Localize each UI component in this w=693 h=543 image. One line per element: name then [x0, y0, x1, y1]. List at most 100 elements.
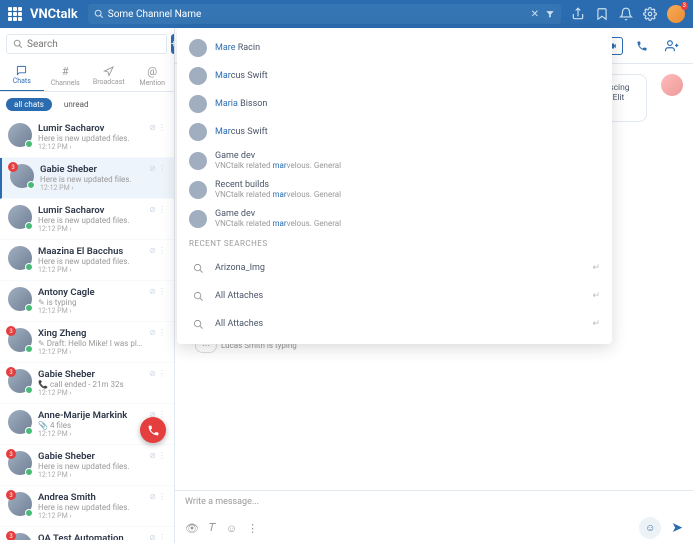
attach-icon[interactable]: 👁 [185, 522, 199, 535]
chat-item[interactable]: Maazina El BacchusHere is new updated fi… [0, 240, 174, 281]
mute-icon[interactable]: ⊘ [149, 533, 156, 540]
chat-name: Maazina El Bacchus [38, 246, 143, 257]
tab-broadcast[interactable]: Broadcast [87, 60, 131, 91]
app-grid-icon[interactable] [8, 7, 22, 21]
send-button[interactable]: ➤ [671, 520, 683, 536]
search-result-person[interactable]: Marcus Swift [177, 118, 612, 146]
mute-icon[interactable]: ⊘ [149, 492, 156, 520]
more-icon[interactable]: ⋮ [158, 451, 166, 479]
mute-icon[interactable]: ⊘ [149, 164, 156, 192]
share-icon[interactable] [571, 7, 585, 21]
chat-item[interactable]: 3Andrea SmithHere is new updated files.1… [0, 486, 174, 527]
chat-preview: Here is new updated files. [38, 503, 143, 512]
tab-chats[interactable]: Chats [0, 60, 44, 91]
mute-icon[interactable]: ⊘ [149, 123, 156, 151]
insert-icon[interactable]: ↵ [592, 263, 600, 273]
recent-search-item[interactable]: All Attaches↵ [177, 310, 612, 338]
mute-icon[interactable]: ⊘ [149, 369, 156, 397]
chat-item-actions: ⊘ ⋮ [149, 246, 166, 274]
avatar [189, 95, 207, 113]
sidebar-search[interactable] [6, 34, 167, 54]
chat-item[interactable]: Antony Cagle✎ is typing12:12 PM ›⊘ ⋮ [0, 281, 174, 322]
recent-search-item[interactable]: Arizona_Img↵ [177, 254, 612, 282]
chat-time: 12:12 PM › [38, 471, 143, 479]
avatar: 3 [8, 533, 32, 540]
filter-icon[interactable] [545, 9, 555, 19]
sidebar-search-input[interactable] [27, 39, 160, 50]
more-icon[interactable]: ⋮ [158, 123, 166, 151]
filter-unread[interactable]: unread [56, 98, 97, 111]
mute-icon[interactable]: ⊘ [149, 205, 156, 233]
chat-preview: Here is new updated files. [40, 175, 143, 184]
recent-search-item[interactable]: All Attaches↵ [177, 282, 612, 310]
chat-time: 12:12 PM › [38, 307, 143, 315]
more-icon[interactable]: ⋮ [158, 164, 166, 192]
more-icon[interactable]: ⋮ [158, 287, 166, 315]
topbar-actions: 3 [571, 5, 685, 23]
user-avatar[interactable]: 3 [667, 5, 685, 23]
chat-item[interactable]: 3Gabie Sheber📞 call ended - 21m 32s12:12… [0, 363, 174, 404]
reaction-button[interactable]: ☺ [639, 517, 661, 539]
filter-all-chats[interactable]: all chats [6, 98, 52, 111]
search-result-channel[interactable]: Game devVNCtalk related marvelous. Gener… [177, 146, 612, 175]
more-icon[interactable]: ⋮ [247, 522, 258, 535]
search-result-person[interactable]: Maria Bisson [177, 90, 612, 118]
call-fab[interactable] [140, 417, 166, 443]
more-icon[interactable]: ⋮ [158, 246, 166, 274]
mute-icon[interactable]: ⊘ [149, 451, 156, 479]
search-result-person[interactable]: Mare Racin [177, 34, 612, 62]
format-icon[interactable]: 𝑇 [209, 521, 216, 535]
search-result-channel[interactable]: Recent buildsVNCtalk related marvelous. … [177, 175, 612, 204]
chat-time: 12:12 PM › [40, 184, 143, 192]
unread-badge: 3 [6, 326, 16, 336]
more-icon[interactable]: ⋮ [158, 205, 166, 233]
search-result-channel[interactable]: Game devVNCtalk related marvelous. Gener… [177, 204, 612, 233]
notification-badge: 3 [681, 2, 688, 10]
topbar: VNCtalk ✕ 3 [0, 0, 693, 28]
avatar: 3 [10, 164, 34, 188]
avatar [8, 123, 32, 147]
tab-mention[interactable]: @Mention [131, 60, 175, 91]
chat-item[interactable]: Lumir SacharovHere is new updated files.… [0, 199, 174, 240]
global-search-input[interactable] [108, 9, 531, 20]
global-search[interactable]: ✕ [88, 4, 561, 24]
compose-input[interactable]: Write a message... [175, 491, 693, 513]
chat-preview: Here is new updated files. [38, 462, 143, 471]
avatar: 3 [8, 492, 32, 516]
more-icon[interactable]: ⋮ [158, 533, 166, 540]
audio-call-button[interactable] [631, 37, 653, 55]
chat-item[interactable]: 3Gabie SheberHere is new updated files.1… [0, 445, 174, 486]
chat-item-actions: ⊘ ⋮ [149, 287, 166, 315]
insert-icon[interactable]: ↵ [592, 291, 600, 301]
sidebar: + Chats #Channels Broadcast @Mention all… [0, 28, 175, 543]
status-indicator [27, 181, 35, 189]
add-user-button[interactable] [661, 37, 683, 55]
insert-icon[interactable]: ↵ [592, 319, 600, 329]
search-result-person[interactable]: Marcus Swift [177, 62, 612, 90]
chat-item[interactable]: 3Gabie SheberHere is new updated files.1… [0, 158, 174, 199]
avatar: 3 [8, 328, 32, 352]
clear-search-icon[interactable]: ✕ [531, 9, 539, 20]
sidebar-tabs: Chats #Channels Broadcast @Mention [0, 60, 174, 92]
emoji-icon[interactable]: ☺ [226, 522, 237, 535]
tab-channels[interactable]: #Channels [44, 60, 88, 91]
chat-item[interactable]: 3QA Test Automation📞 missed call at 12:1… [0, 527, 174, 540]
unread-badge: 3 [6, 367, 16, 377]
bell-icon[interactable] [619, 7, 633, 21]
bookmark-icon[interactable] [595, 7, 609, 21]
chat-name: Antony Cagle [38, 287, 143, 298]
more-icon[interactable]: ⋮ [158, 328, 166, 356]
avatar [189, 123, 207, 141]
mute-icon[interactable]: ⊘ [149, 287, 156, 315]
chat-time: 12:12 PM › [38, 512, 143, 520]
mute-icon[interactable]: ⊘ [149, 328, 156, 356]
mute-icon[interactable]: ⊘ [149, 246, 156, 274]
chat-item[interactable]: 3Xing Zheng✎ Draft: Hello Mike! I was pl… [0, 322, 174, 363]
more-icon[interactable]: ⋮ [158, 492, 166, 520]
chat-item[interactable]: Lumir SacharovHere is new updated files.… [0, 117, 174, 158]
chat-preview: Here is new updated files. [38, 134, 143, 143]
more-icon[interactable]: ⋮ [158, 369, 166, 397]
gear-icon[interactable] [643, 7, 657, 21]
status-indicator [25, 222, 33, 230]
chat-name: Xing Zheng [38, 328, 143, 339]
